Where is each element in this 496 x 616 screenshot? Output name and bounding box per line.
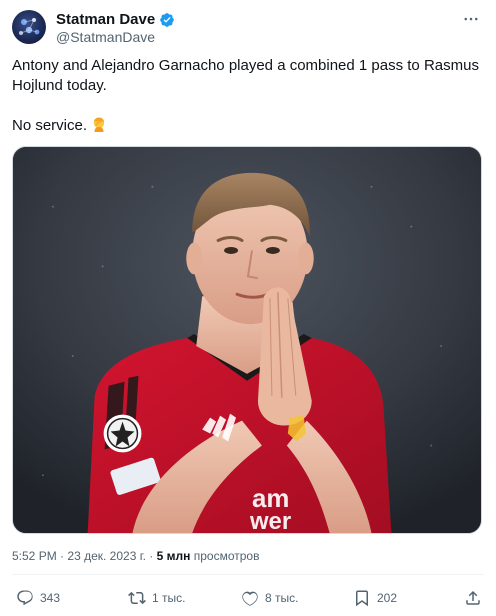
meta-separator: · <box>60 549 65 563</box>
tweet-time[interactable]: 5:52 PM <box>12 549 57 563</box>
tweet-text-line-2-text: No service. <box>12 117 88 134</box>
more-options-button[interactable] <box>460 10 482 28</box>
tweet-photo[interactable]: am wer <box>12 146 482 534</box>
reply-button[interactable]: 343 <box>16 589 60 607</box>
tweet-text-line-2: No service. <box>12 116 482 136</box>
player-photo-image: am wer <box>13 147 481 533</box>
heart-icon <box>242 591 258 606</box>
author-handle[interactable]: @StatmanDave <box>56 29 155 45</box>
share-icon <box>466 590 480 605</box>
reply-icon <box>17 590 33 606</box>
avatar[interactable] <box>12 10 46 44</box>
author-name-row: Statman Dave <box>56 11 175 28</box>
verified-badge-icon <box>159 12 175 28</box>
bookmark-count: 202 <box>377 591 398 605</box>
meta-separator-2: · <box>149 549 154 563</box>
more-horizontal-icon <box>464 17 478 21</box>
retweet-icon <box>128 591 146 605</box>
tweet-meta: 5:52 PM · 23 дек. 2023 г. · 5 млн просмо… <box>12 549 259 563</box>
like-button[interactable]: 8 тыс. <box>241 589 298 607</box>
bookmark-icon <box>356 590 368 607</box>
author-display-name[interactable]: Statman Dave <box>56 11 155 28</box>
like-count: 8 тыс. <box>265 591 299 605</box>
views-label: просмотров <box>193 549 260 563</box>
retweet-count: 1 тыс. <box>152 591 186 605</box>
person-facepalming-icon <box>91 116 107 132</box>
share-button[interactable] <box>464 589 482 607</box>
tweet-actions: 343 1 тыс. 8 тыс. 202 <box>12 588 482 608</box>
tweet-card: Statman Dave @StatmanDave Antony and Ale… <box>0 0 496 616</box>
tweet-text: Antony and Alejandro Garnacho played a c… <box>12 56 482 136</box>
tweet-date[interactable]: 23 дек. 2023 г. <box>67 549 146 563</box>
svg-text:wer: wer <box>249 508 291 533</box>
divider <box>12 574 484 575</box>
views-count: 5 млн <box>156 549 191 563</box>
reply-count: 343 <box>40 591 61 605</box>
tweet-text-line-1: Antony and Alejandro Garnacho played a c… <box>12 57 479 94</box>
bookmark-button[interactable]: 202 <box>353 589 397 607</box>
retweet-button[interactable]: 1 тыс. <box>128 589 185 607</box>
